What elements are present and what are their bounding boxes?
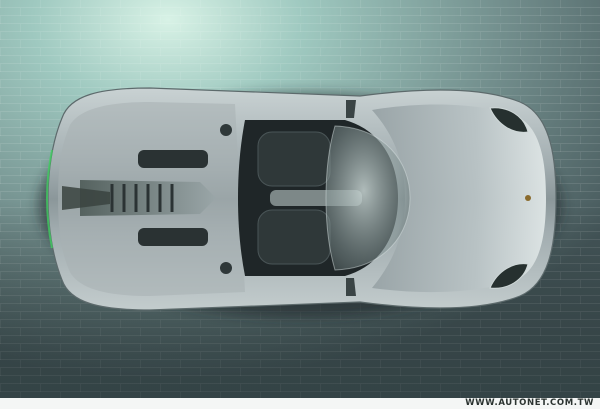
right-fuel-cap [220,262,232,274]
watermark-bar: WWW.AUTONET.COM.TW [0,398,600,409]
right-seat [257,209,331,265]
left-rear-vent [138,150,208,168]
left-fuel-cap [220,124,232,136]
right-rear-vent [138,228,208,246]
left-seat [257,131,331,187]
badge [525,195,531,201]
car-photo [0,0,600,398]
watermark-text: WWW.AUTONET.COM.TW [465,398,594,408]
photo-scene: WWW.AUTONET.COM.TW [0,0,600,409]
